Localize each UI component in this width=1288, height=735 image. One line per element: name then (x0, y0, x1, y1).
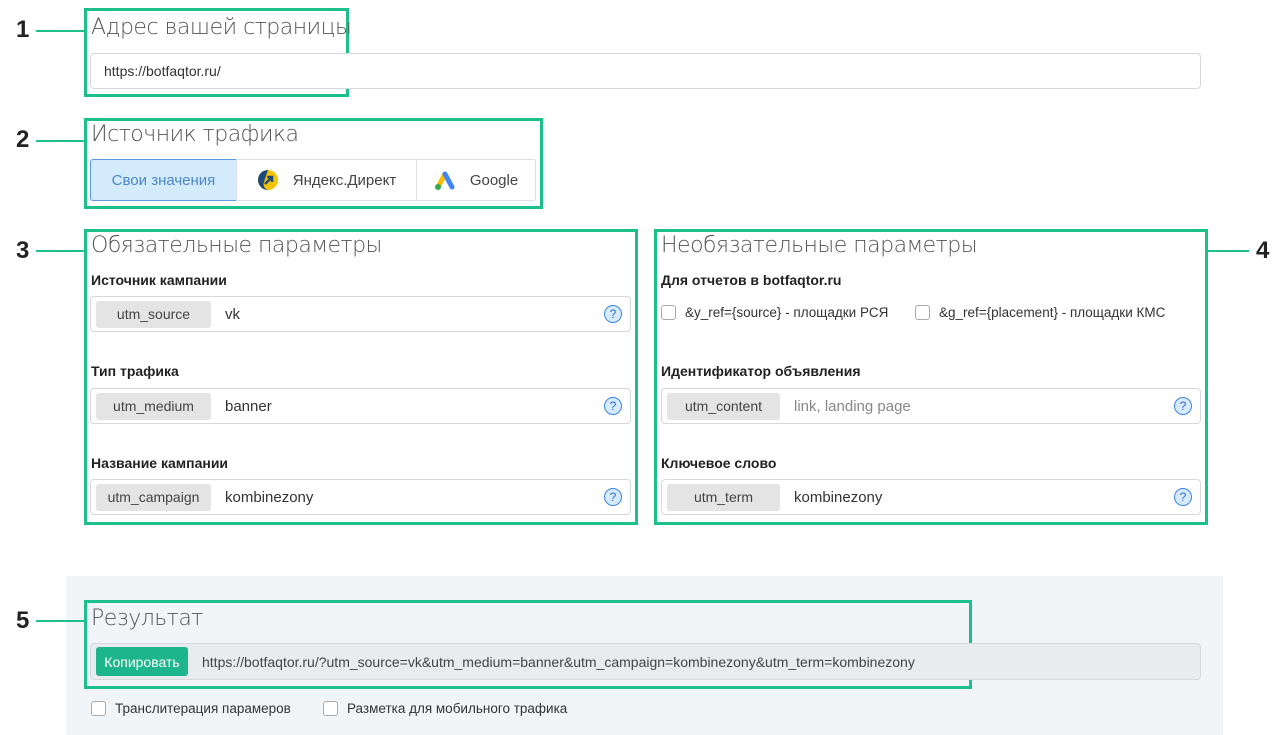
checkbox-label: &g_ref={placement} - площадки КМС (939, 305, 1166, 320)
field-value: kombinezony (225, 488, 314, 506)
checkbox[interactable] (323, 701, 338, 716)
param-tag: utm_campaign (96, 483, 211, 511)
y-ref-checkbox[interactable]: &y_ref={source} - площадки РСЯ (661, 305, 888, 320)
checkbox[interactable] (91, 701, 106, 716)
param-tag: utm_term (667, 483, 780, 511)
utm-content-input[interactable]: utm_content link, landing page? (661, 388, 1201, 424)
field-placeholder: link, landing page (794, 397, 911, 415)
source-option-label: Свои значения (111, 171, 216, 189)
marker-4: 4 (1256, 237, 1270, 264)
copy-button[interactable]: Копировать (96, 647, 188, 676)
mobile-traffic-checkbox[interactable]: Разметка для мобильного трафика (323, 701, 567, 716)
marker-5: 5 (16, 607, 30, 634)
param-tag: utm_content (667, 392, 780, 420)
help-icon[interactable]: ? (604, 397, 622, 415)
field-value: kombinezony (794, 488, 883, 506)
utm-campaign-input[interactable]: utm_campaign kombinezony? (90, 479, 631, 515)
param-tag: utm_medium (96, 392, 211, 420)
google-ads-icon (434, 171, 455, 190)
url-title: Адрес вашей страницы (91, 15, 352, 40)
result-url-value: https://botfaqtor.ru/?utm_source=vk&utm_… (202, 653, 915, 670)
page-url-value: https://botfaqtor.ru/ (104, 63, 221, 79)
field-label: Источник кампании (91, 272, 227, 288)
field-value: vk (225, 305, 240, 323)
field-label: Тип трафика (91, 363, 179, 379)
yandex-direct-icon (257, 170, 278, 190)
reports-label: Для отчетов в botfaqtor.ru (661, 272, 842, 288)
param-tag: utm_source (96, 300, 211, 328)
help-icon[interactable]: ? (1174, 397, 1192, 415)
g-ref-checkbox[interactable]: &g_ref={placement} - площадки КМС (915, 305, 1165, 320)
help-icon[interactable]: ? (1174, 488, 1192, 506)
result-url-field[interactable]: Копировать https://botfaqtor.ru/?utm_sou… (90, 643, 1201, 680)
source-option-google[interactable]: Google (416, 159, 536, 201)
marker-3: 3 (16, 237, 30, 264)
marker-line (36, 250, 86, 252)
help-icon[interactable]: ? (604, 305, 622, 323)
field-label: Ключевое слово (661, 455, 777, 471)
result-title: Результат (91, 606, 203, 631)
marker-line (36, 620, 86, 622)
source-option-yandex[interactable]: Яндекс.Директ (236, 159, 417, 201)
traffic-source-title: Источник трафика (91, 122, 299, 147)
page-url-input[interactable]: https://botfaqtor.ru/ (90, 53, 1201, 89)
field-label: Идентификатор объявления (661, 363, 861, 379)
utm-source-input[interactable]: utm_source vk? (90, 296, 631, 332)
marker-line (1207, 250, 1249, 252)
source-option-label: Яндекс.Директ (292, 171, 397, 189)
help-icon[interactable]: ? (604, 488, 622, 506)
field-label: Название кампании (91, 455, 229, 471)
field-value: banner (225, 397, 272, 415)
source-option-custom[interactable]: Свои значения (90, 159, 237, 201)
required-title: Обязательные параметры (91, 233, 382, 258)
utm-term-input[interactable]: utm_term kombinezony? (661, 479, 1201, 515)
transliteration-checkbox[interactable]: Транслитерация парамеров (91, 701, 291, 716)
checkbox-label: &y_ref={source} - площадки РСЯ (685, 305, 889, 320)
optional-title: Необязательные параметры (661, 233, 978, 258)
marker-line (36, 140, 86, 142)
checkbox-label: Транслитерация парамеров (115, 701, 291, 716)
checkbox-label: Разметка для мобильного трафика (347, 701, 568, 716)
marker-1: 1 (16, 16, 30, 43)
checkbox[interactable] (661, 305, 676, 320)
marker-2: 2 (16, 126, 30, 153)
source-option-label: Google (469, 171, 519, 189)
utm-medium-input[interactable]: utm_medium banner? (90, 388, 631, 424)
checkbox[interactable] (915, 305, 930, 320)
marker-line (36, 30, 86, 32)
